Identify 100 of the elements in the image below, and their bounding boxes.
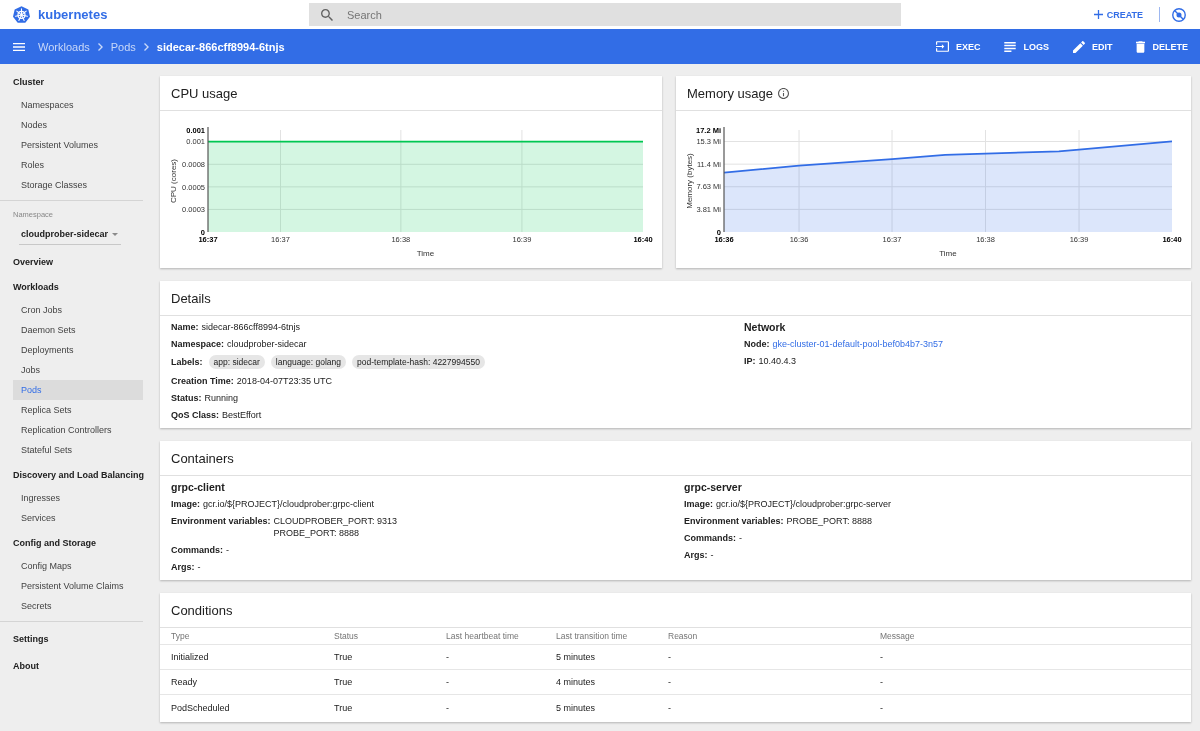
nav-item[interactable]: Replica Sets [13,400,143,420]
field-label: Creation Time: [171,374,234,387]
field-value: cloudprober-sidecar [227,337,307,350]
create-button[interactable]: CREATE [1091,5,1145,24]
nav-item[interactable]: Services [13,508,143,528]
nav-item[interactable]: Nodes [13,115,143,135]
caret-down-icon [112,232,118,236]
pencil-icon [1072,40,1085,53]
field-label: Environment variables: [171,514,271,527]
chevron-right-icon [97,42,103,51]
field-value: 2018-04-07T23:35 UTC [236,374,332,387]
field-label: Commands: [684,531,736,544]
arrow-into-box-icon [935,41,949,52]
plus-icon [1093,10,1103,19]
field-label: Environment variables: [684,514,784,527]
table-cell-text: - [446,677,450,687]
field-label: Args: [684,548,708,561]
nav-section-title[interactable]: Workloads [0,277,152,297]
nav-item[interactable]: Storage Classes [13,175,143,195]
delete-button[interactable]: DELETE [1130,36,1194,57]
field-value: - [739,531,742,544]
nav-section-title[interactable]: Config and Storage [0,533,152,553]
slashed-circle-icon[interactable] [1172,7,1186,22]
field-label: Image: [171,497,200,510]
field-value: gcr.io/${PROJECT}/cloudprober:grpc-client [203,497,375,510]
menu-icon[interactable] [13,42,25,51]
nav-item[interactable]: Config Maps [13,556,143,576]
card-title: CPU usage [171,85,238,101]
table-cell-text: PodScheduled [171,702,231,713]
text-lines-icon [1004,41,1017,52]
nav-item[interactable]: Jobs [13,360,143,380]
field-value: - [226,543,229,556]
info-icon[interactable] [778,87,789,99]
container-name: grpc-client [171,479,226,495]
table-cell-text: 4 minutes [556,677,597,687]
nav-section-title[interactable]: Discovery and Load Balancing [0,465,152,485]
nav-item[interactable]: Ingresses [13,488,143,508]
column-header: Message [880,631,916,641]
table-cell-text: - [668,677,672,687]
field-label: Commands: [171,543,223,556]
table-cell-text: Initialized [171,652,210,662]
table-cell-text: True [334,677,354,687]
nav-item[interactable]: Cron Jobs [13,300,143,320]
edit-button[interactable]: EDIT [1066,36,1119,57]
card-title: Conditions [171,602,233,618]
field-value: PROBE_PORT: 8888 [273,526,360,539]
column-header: Type [171,631,191,641]
field-label: Labels: [171,356,203,368]
nav-link[interactable]: Overview [0,252,143,272]
table-cell-text: - [668,702,672,713]
nav-item[interactable]: Roles [13,155,143,175]
card-title: Containers [171,450,234,466]
search-icon [321,8,333,21]
axis-title: Time [939,249,957,258]
nav-link[interactable]: About [0,656,143,676]
table-cell-text: Ready [171,677,198,687]
nav-section-title[interactable]: Cluster [0,72,152,92]
field-value: CLOUDPROBER_PORT: 9313 [273,514,397,527]
section-title: Network [744,319,787,335]
trash-icon [1136,40,1146,53]
field-value: BestEffort [222,408,262,421]
nav-link[interactable]: Settings [0,629,143,649]
nav-item[interactable]: Daemon Sets [13,320,143,340]
label-tag: pod-template-hash: 4227994550 [352,355,485,369]
chevron-right-icon [143,42,149,51]
label-tag: language: golang [270,355,347,369]
logs-button[interactable]: LOGS [998,37,1055,56]
nav-item[interactable]: Persistent Volume Claims [13,576,143,596]
table-cell-text: 5 minutes [556,652,597,662]
field-label: Name: [171,320,199,333]
column-header: Status [334,631,360,641]
nav-item[interactable]: Secrets [13,596,143,616]
field-value: sidecar-866cff8994-6tnjs [201,320,300,333]
field-value: - [710,548,714,561]
field-value: gcr.io/${PROJECT}/cloudprober:grpc-server [716,497,892,510]
field-label: Node: [744,337,770,350]
card-title: Memory usage [687,85,773,101]
field-value: 10.40.4.3 [758,354,797,367]
table-cell-text: - [446,702,450,713]
nav-item[interactable]: Persistent Volumes [13,135,143,155]
app-name[interactable]: kubernetes [38,7,108,22]
nav-item[interactable]: Replication Controllers [13,420,143,440]
table-cell-text: - [880,702,884,713]
field-value: - [197,560,201,573]
exec-button[interactable]: EXEC [929,37,987,56]
field-value: Running [204,391,239,404]
ship-wheel-logo-icon[interactable] [13,6,30,23]
search-field[interactable]: Search [309,3,901,26]
axis-title: Memory (bytes) [685,153,694,209]
axis-title: Time [416,249,435,258]
field-label: IP: [744,354,756,367]
nav-item[interactable]: Pods [13,380,143,400]
nav-item[interactable]: Namespaces [13,95,143,115]
namespace-dropdown[interactable]: cloudprober-sidecar [19,226,121,245]
field-link[interactable]: gke-cluster-01-default-pool-bef0b4b7-3n57 [772,337,944,350]
nav-item[interactable]: Stateful Sets [13,440,143,460]
container-name: grpc-server [684,479,743,495]
nav-item[interactable]: Deployments [13,340,143,360]
field-label: Image: [684,497,713,510]
field-label: QoS Class: [171,408,219,421]
